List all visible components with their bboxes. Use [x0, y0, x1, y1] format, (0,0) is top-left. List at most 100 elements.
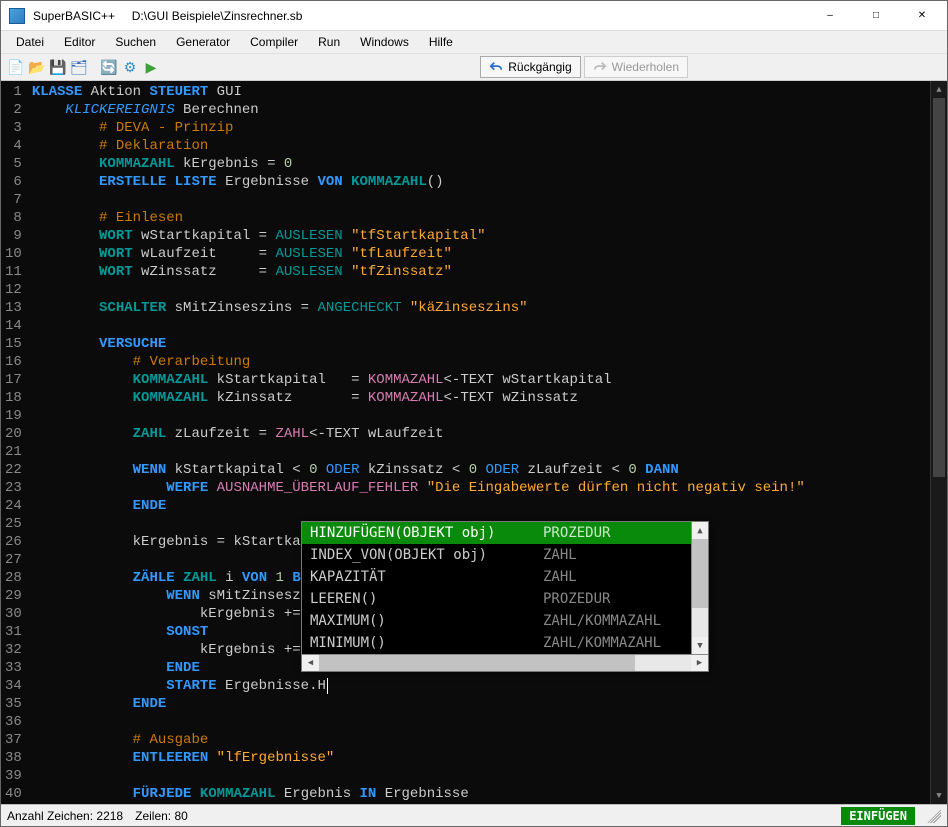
code-line[interactable]: WORT wStartkapital = AUSLESEN "tfStartka… — [32, 227, 930, 245]
code-line[interactable]: KOMMAZAHL kErgebnis = 0 — [32, 155, 930, 173]
code-editor[interactable]: 1 2 3 4 5 6 7 8 9 10 11 12 13 14 15 16 1… — [1, 81, 947, 804]
scroll-thumb[interactable] — [319, 655, 635, 671]
code-line[interactable]: WERFE AUSNAHME_ÜBERLAUF_FEHLER "Die Eing… — [32, 479, 930, 497]
scroll-right-icon[interactable]: ▶ — [691, 655, 708, 671]
settings-icon[interactable]: ⚙ — [121, 58, 139, 76]
autocomplete-item[interactable]: HINZUFÜGEN(OBJEKT obj)PROZEDUR — [302, 522, 691, 544]
code-line[interactable]: # Ausgabe — [32, 731, 930, 749]
file-path: D:\GUI Beispiele\Zinsrechner.sb — [132, 9, 303, 23]
autocomplete-item[interactable]: MAXIMUM()ZAHL/KOMMAZAHL — [302, 610, 691, 632]
code-line[interactable]: VERSUCHE — [32, 335, 930, 353]
insert-mode-badge: EINFÜGEN — [841, 807, 915, 825]
code-line[interactable]: # Einlesen — [32, 209, 930, 227]
redo-icon — [593, 60, 607, 74]
undo-label: Rückgängig — [508, 60, 571, 74]
code-line[interactable]: ENTLEEREN "lfErgebnisse" — [32, 749, 930, 767]
autocomplete-item-name: INDEX_VON(OBJEKT obj) — [310, 546, 543, 564]
code-line[interactable] — [32, 281, 930, 299]
code-line[interactable]: SCHALTER sMitZinseszins = ANGECHECKT "kä… — [32, 299, 930, 317]
code-line[interactable]: ERSTELLE LISTE Ergebnisse VON KOMMAZAHL(… — [32, 173, 930, 191]
window-title: SuperBASIC++ D:\GUI Beispiele\Zinsrechne… — [33, 9, 302, 23]
code-line[interactable]: KOMMAZAHL kZinssatz = KOMMAZAHL<-TEXT wZ… — [32, 389, 930, 407]
undo-button[interactable]: Rückgängig — [480, 56, 580, 78]
save-icon[interactable]: 💾 — [49, 58, 67, 76]
scroll-track[interactable] — [319, 655, 691, 671]
autocomplete-item-name: MAXIMUM() — [310, 612, 543, 630]
scroll-track[interactable] — [931, 98, 947, 787]
resize-grip-icon[interactable] — [927, 809, 941, 823]
new-file-icon[interactable]: 📄 — [7, 58, 25, 76]
code-line[interactable]: FÜRJEDE KOMMAZAHL Ergebnis IN Ergebnisse — [32, 785, 930, 803]
save-all-icon[interactable]: 🗂 — [70, 58, 88, 76]
autocomplete-item-type: ZAHL/KOMMAZAHL — [543, 634, 683, 652]
editor-vertical-scrollbar[interactable]: ▲ ▼ — [930, 81, 947, 804]
menu-generator[interactable]: Generator — [167, 33, 239, 51]
autocomplete-item-type: ZAHL — [543, 546, 683, 564]
autocomplete-item-type: ZAHL/KOMMAZAHL — [543, 612, 683, 630]
code-line[interactable]: KLASSE Aktion STEUERT GUI — [32, 83, 930, 101]
code-line[interactable]: STARTE Ergebnisse.H — [32, 677, 930, 695]
autocomplete-item-type: ZAHL — [543, 568, 683, 586]
menu-compiler[interactable]: Compiler — [241, 33, 307, 51]
scroll-down-icon[interactable]: ▼ — [931, 787, 947, 804]
toolbar: 📄 📂 💾 🗂 🔄 ⚙ ▶ Rückgängig Wiederholen — [1, 53, 947, 81]
autocomplete-popup[interactable]: HINZUFÜGEN(OBJEKT obj)PROZEDURINDEX_VON(… — [301, 521, 709, 672]
autocomplete-item[interactable]: KAPAZITÄTZAHL — [302, 566, 691, 588]
code-line[interactable]: WORT wZinssatz = AUSLESEN "tfZinssatz" — [32, 263, 930, 281]
scroll-up-icon[interactable]: ▲ — [692, 522, 708, 539]
menu-run[interactable]: Run — [309, 33, 349, 51]
refresh-icon[interactable]: 🔄 — [100, 58, 118, 76]
code-line[interactable]: ZAHL zLaufzeit = ZAHL<-TEXT wLaufzeit — [32, 425, 930, 443]
autocomplete-item[interactable]: MINIMUM()ZAHL/KOMMAZAHL — [302, 632, 691, 654]
scroll-thumb[interactable] — [692, 539, 708, 608]
scroll-down-icon[interactable]: ▼ — [692, 637, 708, 654]
run-icon[interactable]: ▶ — [142, 58, 160, 76]
code-line[interactable] — [32, 713, 930, 731]
maximize-button[interactable]: □ — [853, 1, 899, 31]
title-bar: SuperBASIC++ D:\GUI Beispiele\Zinsrechne… — [1, 1, 947, 31]
scroll-track[interactable] — [692, 539, 708, 637]
popup-vertical-scrollbar[interactable]: ▲ ▼ — [691, 522, 708, 654]
scroll-left-icon[interactable]: ◀ — [302, 655, 319, 671]
autocomplete-item-type: PROZEDUR — [543, 524, 683, 542]
code-line[interactable]: WENN kStartkapital < 0 ODER kZinssatz < … — [32, 461, 930, 479]
minimize-button[interactable]: – — [807, 1, 853, 31]
autocomplete-item[interactable]: LEEREN()PROZEDUR — [302, 588, 691, 610]
code-line[interactable]: ENDE — [32, 497, 930, 515]
code-line[interactable]: # Deklaration — [32, 137, 930, 155]
app-name: SuperBASIC++ — [33, 9, 115, 23]
code-line[interactable]: KLICKEREIGNIS Berechnen — [32, 101, 930, 119]
scroll-thumb[interactable] — [933, 98, 945, 477]
code-area[interactable]: KLASSE Aktion STEUERT GUI KLICKEREIGNIS … — [32, 81, 930, 804]
redo-label: Wiederholen — [612, 60, 679, 74]
autocomplete-item[interactable]: INDEX_VON(OBJEKT obj)ZAHL — [302, 544, 691, 566]
code-line[interactable]: WORT wLaufzeit = AUSLESEN "tfLaufzeit" — [32, 245, 930, 263]
code-line[interactable] — [32, 191, 930, 209]
status-bar: Anzahl Zeichen: 2218 Zeilen: 80 EINFÜGEN — [1, 804, 947, 826]
close-button[interactable]: ✕ — [899, 1, 945, 31]
code-line[interactable]: # Verarbeitung — [32, 353, 930, 371]
code-line[interactable]: ENDE — [32, 695, 930, 713]
redo-button[interactable]: Wiederholen — [584, 56, 688, 78]
char-count: Anzahl Zeichen: 2218 — [7, 809, 123, 823]
code-line[interactable] — [32, 317, 930, 335]
code-line[interactable]: KOMMAZAHL kStartkapital = KOMMAZAHL<-TEX… — [32, 371, 930, 389]
autocomplete-list[interactable]: HINZUFÜGEN(OBJEKT obj)PROZEDURINDEX_VON(… — [302, 522, 691, 654]
menu-windows[interactable]: Windows — [351, 33, 418, 51]
popup-horizontal-scrollbar[interactable]: ◀ ▶ — [302, 654, 708, 671]
open-file-icon[interactable]: 📂 — [28, 58, 46, 76]
code-line[interactable]: # DEVA - Prinzip — [32, 119, 930, 137]
code-line[interactable] — [32, 407, 930, 425]
menu-editor[interactable]: Editor — [55, 33, 104, 51]
line-number-gutter: 1 2 3 4 5 6 7 8 9 10 11 12 13 14 15 16 1… — [1, 81, 32, 804]
menu-datei[interactable]: Datei — [7, 33, 53, 51]
code-line[interactable] — [32, 443, 930, 461]
menu-suchen[interactable]: Suchen — [106, 33, 165, 51]
menu-hilfe[interactable]: Hilfe — [420, 33, 462, 51]
autocomplete-item-name: LEEREN() — [310, 590, 543, 608]
undo-icon — [489, 60, 503, 74]
scroll-up-icon[interactable]: ▲ — [931, 81, 947, 98]
app-icon — [9, 8, 25, 24]
code-line[interactable] — [32, 767, 930, 785]
autocomplete-item-name: KAPAZITÄT — [310, 568, 543, 586]
